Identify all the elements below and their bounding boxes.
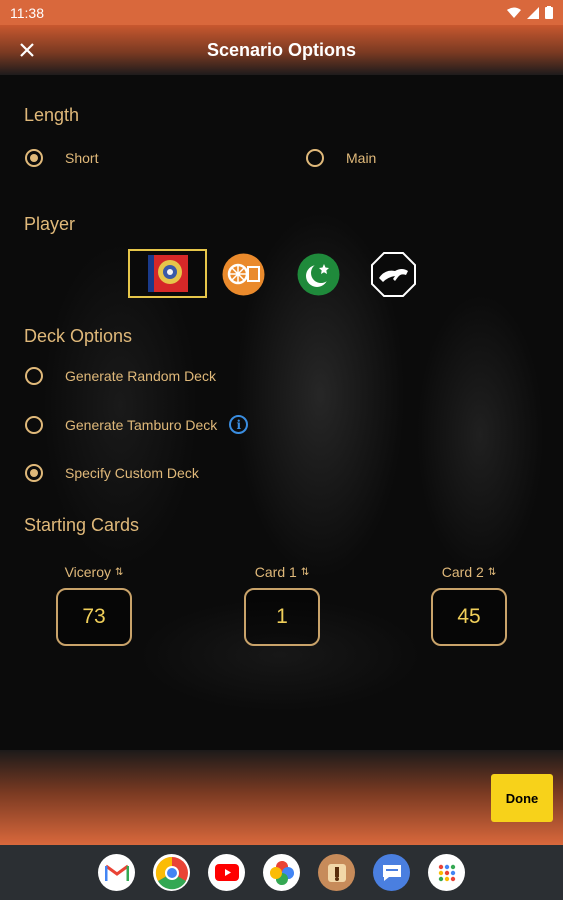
deck-option-random[interactable]: Generate Random Deck [25, 367, 216, 385]
app-icon[interactable] [318, 854, 355, 891]
radio-tamburo-deck[interactable] [25, 415, 43, 434]
sort-icon[interactable]: ⇅ [488, 567, 496, 578]
radio-short[interactable] [25, 149, 43, 167]
card2-value-field[interactable]: 45 [431, 588, 507, 646]
deck-option-tamburo[interactable]: Generate Tamburo Deck i [25, 415, 249, 434]
close-icon[interactable] [14, 37, 40, 63]
app-dock [0, 845, 563, 900]
card2-label: Card 2 [441, 564, 484, 580]
gmail-icon[interactable] [98, 854, 135, 891]
deck-tamburo-label: Generate Tamburo Deck [65, 416, 218, 433]
radio-random-deck[interactable] [25, 367, 43, 385]
messages-icon[interactable] [373, 854, 410, 891]
length-title: Length [24, 105, 80, 125]
deck-random-label: Generate Random Deck [65, 368, 216, 384]
chrome-icon[interactable] [153, 854, 190, 891]
app-bar: Scenario Options [0, 25, 563, 75]
length-option-short[interactable]: Short [25, 149, 98, 167]
leaping-panther-icon [371, 252, 416, 297]
viceroy-label-row[interactable]: Viceroy ⇅ [49, 564, 139, 580]
deck-options-title: Deck Options [24, 326, 133, 346]
crescent-moon-icon [297, 253, 340, 296]
spinning-wheel-icon [222, 253, 265, 296]
radio-main[interactable] [306, 149, 324, 167]
photos-icon[interactable] [263, 854, 300, 891]
options-panel: Length Short Main Player Deck Options Ge… [0, 75, 563, 750]
sort-icon[interactable]: ⇅ [115, 567, 123, 578]
wifi-icon [507, 7, 521, 18]
done-button[interactable]: Done [491, 774, 553, 822]
muslim-league-token[interactable] [297, 253, 340, 296]
congress-token[interactable] [222, 253, 265, 296]
revolutionary-token[interactable] [371, 252, 416, 297]
player-title: Player [24, 214, 76, 234]
length-main-label: Main [346, 150, 377, 166]
radio-custom-deck[interactable] [25, 464, 43, 482]
status-time: 11:38 [10, 4, 44, 21]
card2-label-row[interactable]: Card 2 ⇅ [424, 564, 514, 580]
bottom-bar: Done [0, 750, 563, 845]
app-drawer-icon[interactable] [428, 854, 465, 891]
deck-option-custom[interactable]: Specify Custom Deck [25, 464, 199, 482]
card1-column: Card 1 ⇅ 1 [237, 564, 327, 646]
youtube-icon[interactable] [208, 854, 245, 891]
card2-column: Card 2 ⇅ 45 [424, 564, 514, 646]
battery-icon [545, 6, 553, 19]
signal-icon [527, 6, 539, 19]
card1-label-row[interactable]: Card 1 ⇅ [237, 564, 327, 580]
british-raj-token[interactable] [128, 249, 207, 298]
length-option-main[interactable]: Main [306, 149, 376, 167]
starting-cards-title: Starting Cards [24, 515, 140, 535]
card1-label: Card 1 [254, 564, 297, 580]
info-icon[interactable]: i [229, 415, 249, 434]
viceroy-value-field[interactable]: 73 [56, 588, 132, 646]
length-short-label: Short [65, 150, 99, 166]
viceroy-label: Viceroy [64, 564, 112, 580]
viceroy-card-column: Viceroy ⇅ 73 [49, 564, 139, 646]
card1-value-field[interactable]: 1 [244, 588, 320, 646]
star-of-india-flag-icon [130, 251, 205, 296]
status-bar: 11:38 [0, 0, 563, 25]
page-title: Scenario Options [206, 39, 357, 60]
deck-custom-label: Specify Custom Deck [65, 465, 199, 481]
sort-icon[interactable]: ⇅ [301, 567, 309, 578]
